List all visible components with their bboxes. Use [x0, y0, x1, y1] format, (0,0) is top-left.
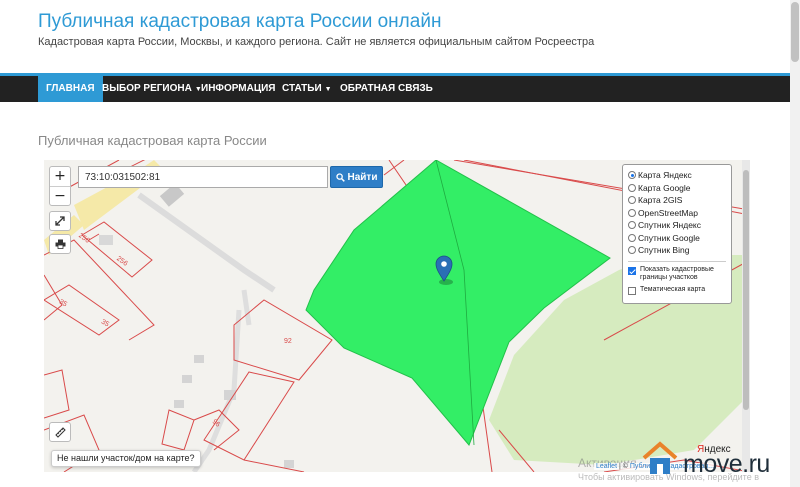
building — [182, 375, 192, 383]
page-scrollbar-thumb[interactable] — [791, 2, 799, 62]
nav-item-feedback[interactable]: ОБРАТНАЯ СВЯЗЬ — [332, 76, 441, 102]
checkbox-checked[interactable] — [628, 266, 636, 275]
overlay-label: Тематическая карта — [640, 285, 706, 293]
radio[interactable] — [628, 221, 636, 230]
layer-option[interactable]: Карта 2GIS — [628, 194, 726, 207]
layer-option[interactable]: Карта Яндекс — [628, 169, 726, 182]
layer-label: Спутник Bing — [638, 245, 690, 256]
layer-label: Карта 2GIS — [638, 195, 683, 206]
layer-option[interactable]: Спутник Google — [628, 232, 726, 245]
leaflet-link[interactable]: Leaflet — [596, 463, 617, 470]
site-title[interactable]: Публичная кадастровая карта России онлай… — [38, 11, 441, 33]
expand-icon — [55, 216, 65, 226]
map-scrollbar-thumb[interactable] — [743, 170, 749, 410]
nav-item-label: ВЫБОР РЕГИОНА — [102, 83, 192, 94]
building — [284, 460, 294, 468]
page-scrollbar[interactable] — [790, 0, 800, 487]
parcel-label: 92 — [284, 338, 292, 345]
search-button-label: Найти — [347, 171, 378, 183]
overlay-option[interactable]: Тематическая карта — [628, 286, 726, 295]
zoom-in-button[interactable]: + — [50, 167, 70, 186]
nav-item-label: ОБРАТНАЯ СВЯЗЬ — [340, 83, 433, 94]
zoom-control: + − — [49, 166, 71, 206]
checkbox[interactable] — [628, 286, 636, 295]
building — [99, 235, 113, 245]
building — [174, 400, 184, 408]
printer-icon — [55, 239, 65, 249]
nav-item-label: ГЛАВНАЯ — [46, 83, 95, 94]
radio-selected[interactable] — [628, 171, 636, 180]
radio[interactable] — [628, 246, 636, 255]
street — [241, 289, 252, 326]
page: Публичная кадастровая карта России онлай… — [0, 0, 800, 487]
site-description: Кадастровая карта России, Москвы, и кажд… — [38, 36, 595, 48]
radio[interactable] — [628, 233, 636, 242]
house-icon — [642, 441, 678, 474]
nav-item-label: СТАТЬИ — [282, 83, 322, 94]
building — [194, 355, 204, 363]
nav-item-label: ИНФОРМАЦИЯ — [201, 83, 276, 94]
search-icon — [335, 172, 345, 182]
chevron-down-icon: ▼ — [324, 86, 332, 93]
layer-label: OpenStreetMap — [638, 207, 699, 218]
street — [137, 192, 276, 293]
ruler-button[interactable] — [49, 422, 71, 442]
layer-label: Карта Google — [638, 182, 691, 193]
cadastral-search-input[interactable] — [78, 166, 328, 188]
main-navbar: ГЛАВНАЯ ВЫБОР РЕГИОНА ▼ ИНФОРМАЦИЯ СТАТЬИ… — [0, 73, 790, 102]
radio[interactable] — [628, 208, 636, 217]
layer-label: Спутник Яндекс — [638, 220, 701, 231]
radio[interactable] — [628, 196, 636, 205]
layer-switcher: Карта Яндекс Карта Google Карта 2GIS Ope… — [622, 164, 732, 304]
overlay-option[interactable]: Показать кадастровые границы участков — [628, 266, 726, 282]
radio[interactable] — [628, 183, 636, 192]
layer-option[interactable]: Спутник Яндекс — [628, 219, 726, 232]
nav-item-info[interactable]: ИНФОРМАЦИЯ — [193, 76, 284, 102]
divider — [628, 260, 726, 262]
attribution-separator: | © — [617, 463, 630, 470]
layer-label: Спутник Google — [638, 232, 700, 243]
layer-option[interactable]: OpenStreetMap — [628, 207, 726, 220]
layer-option[interactable]: Спутник Bing — [628, 244, 726, 257]
fullscreen-button[interactable] — [49, 211, 71, 231]
ruler-icon — [54, 426, 66, 438]
zoom-out-button[interactable]: − — [50, 186, 70, 205]
layer-label: Карта Яндекс — [638, 170, 692, 181]
nav-item-home[interactable]: ГЛАВНАЯ — [38, 76, 103, 102]
layer-option[interactable]: Карта Google — [628, 182, 726, 195]
map-scrollbar[interactable] — [742, 160, 750, 472]
print-button[interactable] — [49, 234, 71, 254]
move-ru-watermark: move.ru — [683, 450, 770, 478]
not-found-tooltip[interactable]: Не нашли участок/дом на карте? — [51, 450, 201, 467]
search-button[interactable]: Найти — [330, 166, 383, 188]
section-title: Публичная кадастровая карта России — [38, 133, 267, 148]
nav-item-articles[interactable]: СТАТЬИ ▼ — [274, 76, 340, 102]
overlay-label: Показать кадастровые границы участков — [640, 265, 714, 281]
